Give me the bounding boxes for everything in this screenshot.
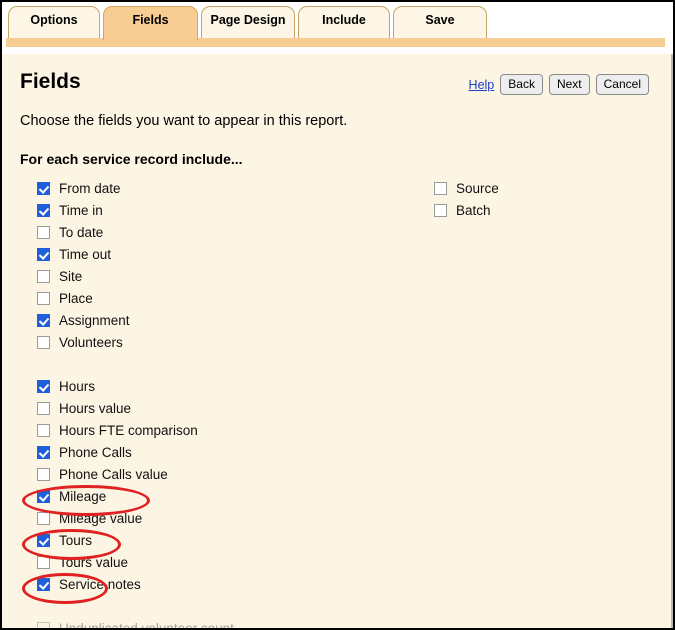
tab-include[interactable]: Include	[298, 6, 390, 38]
field-label: To date	[59, 224, 104, 240]
checkbox-site[interactable]	[37, 269, 50, 283]
field-row[interactable]: Time in	[37, 199, 234, 221]
checkbox-tours-value[interactable]	[37, 555, 50, 569]
checkbox-volunteers[interactable]	[37, 335, 50, 349]
field-row: Unduplicated volunteer count	[37, 617, 234, 628]
tab-save[interactable]: Save	[393, 6, 487, 38]
field-label: Site	[59, 268, 83, 284]
report-wizard-window: Options Fields Page Design Include Save Fiel…	[0, 0, 675, 630]
field-label: Mileage	[59, 488, 107, 504]
field-row[interactable]: Phone Calls	[37, 441, 234, 463]
checkbox-unduplicated-volunteer-count	[37, 621, 50, 628]
field-label: Time in	[59, 202, 103, 218]
section-heading: For each service record include...	[20, 151, 243, 167]
field-label: Assignment	[59, 312, 130, 328]
field-row[interactable]: Volunteers	[37, 331, 234, 353]
page-title: Fields	[20, 70, 81, 93]
checkbox-mileage-value[interactable]	[37, 511, 50, 525]
fields-panel: Fields Help Back Next Cancel Choose the …	[2, 54, 673, 628]
page-description: Choose the fields you want to appear in …	[20, 113, 348, 129]
checkbox-hours-value[interactable]	[37, 401, 50, 415]
field-label: Phone Calls	[59, 444, 132, 460]
checkbox-mileage[interactable]	[37, 489, 50, 503]
field-label: Hours	[59, 378, 96, 394]
field-row[interactable]: Place	[37, 287, 234, 309]
field-row[interactable]: Assignment	[37, 309, 234, 331]
field-row[interactable]: Time out	[37, 243, 234, 265]
field-label: Mileage value	[59, 510, 143, 526]
checkbox-tours[interactable]	[37, 533, 50, 547]
checkbox-source[interactable]	[434, 181, 447, 195]
field-row[interactable]: Mileage	[37, 485, 234, 507]
field-label: Volunteers	[59, 334, 123, 350]
tab-options[interactable]: Options	[8, 6, 100, 38]
field-label: Batch	[456, 202, 491, 218]
field-label: Phone Calls value	[59, 466, 168, 482]
checkbox-from-date[interactable]	[37, 181, 50, 195]
field-row[interactable]: Batch	[434, 199, 499, 221]
wizard-tab-bar: Options Fields Page Design Include Save	[2, 2, 673, 40]
checkbox-phone-calls[interactable]	[37, 445, 50, 459]
next-button[interactable]: Next	[548, 74, 590, 95]
field-label: Tours value	[59, 554, 129, 570]
field-row[interactable]: Mileage value	[37, 507, 234, 529]
field-row[interactable]: Hours value	[37, 397, 234, 419]
tab-page-design[interactable]: Page Design	[201, 6, 295, 38]
wizard-toolbar: Help Back Next Cancel	[469, 74, 649, 95]
field-label: Tours	[59, 532, 93, 548]
field-row[interactable]: Phone Calls value	[37, 463, 234, 485]
back-button[interactable]: Back	[500, 74, 543, 95]
checkbox-hours-fte-comparison[interactable]	[37, 423, 50, 437]
field-row[interactable]: Service notes	[37, 573, 234, 595]
additional-field-list: Source Batch	[434, 177, 499, 221]
checkbox-time-out[interactable]	[37, 247, 50, 261]
field-row[interactable]: Source	[434, 177, 499, 199]
checkbox-assignment[interactable]	[37, 313, 50, 327]
field-row[interactable]: Hours FTE comparison	[37, 419, 234, 441]
checkbox-phone-calls-value[interactable]	[37, 467, 50, 481]
checkbox-time-in[interactable]	[37, 203, 50, 217]
checkbox-batch[interactable]	[434, 203, 447, 217]
field-label: Time out	[59, 246, 112, 262]
field-label: Place	[59, 290, 93, 306]
checkbox-hours[interactable]	[37, 379, 50, 393]
field-label: From date	[59, 180, 121, 196]
field-label: Hours value	[59, 400, 132, 416]
field-row[interactable]: Site	[37, 265, 234, 287]
field-label: Source	[456, 180, 499, 196]
field-label: Service notes	[59, 576, 141, 592]
cancel-button[interactable]: Cancel	[595, 74, 649, 95]
field-row[interactable]: Tours value	[37, 551, 234, 573]
tab-fields[interactable]: Fields	[103, 6, 198, 40]
field-row[interactable]: To date	[37, 221, 234, 243]
checkbox-to-date[interactable]	[37, 225, 50, 239]
service-record-field-list: From date Time in To date Time out Site Place…	[37, 177, 234, 628]
field-label: Unduplicated volunteer count	[59, 620, 234, 629]
checkbox-service-notes[interactable]	[37, 577, 50, 591]
checkbox-place[interactable]	[37, 291, 50, 305]
field-row[interactable]: From date	[37, 177, 234, 199]
field-label: Hours FTE comparison	[59, 422, 198, 438]
help-link[interactable]: Help	[469, 78, 495, 92]
field-row[interactable]: Tours	[37, 529, 234, 551]
field-row[interactable]: Hours	[37, 375, 234, 397]
